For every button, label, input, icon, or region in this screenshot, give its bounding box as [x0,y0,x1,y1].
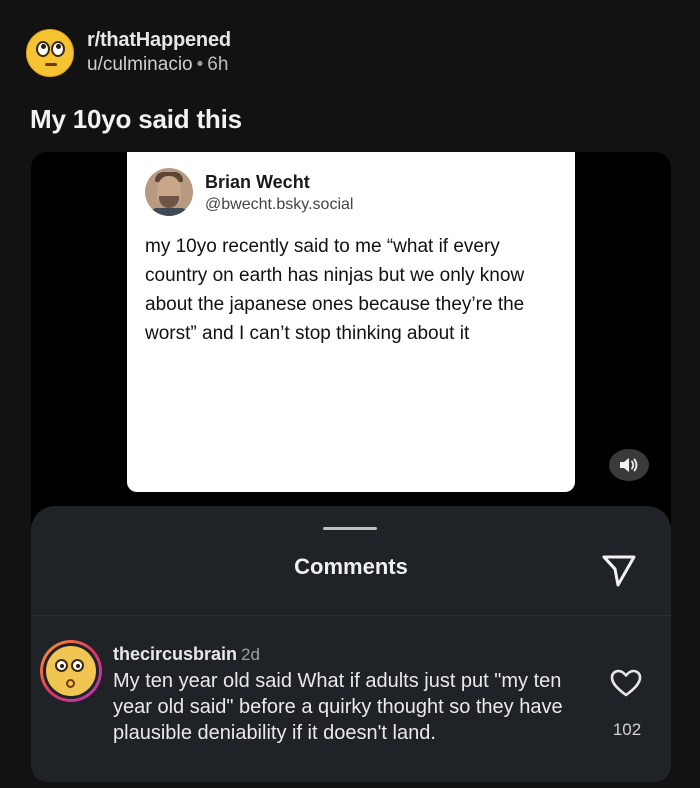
comments-title: Comments [294,554,408,579]
avatar-face [46,646,96,696]
commenter-username[interactable]: thecircusbrain [113,644,237,664]
avatar-mouth [66,679,75,688]
tweet-author-avatar [145,168,193,216]
avatar-ring-gap [43,643,99,699]
comment-header: thecircusbrain 2d [113,644,260,665]
post-media[interactable]: Brian Wecht @bwecht.bsky.social my 10yo … [31,152,671,782]
comment-item: thecircusbrain 2d My ten year old said Wh… [31,616,671,782]
sheet-drag-handle[interactable] [323,527,377,530]
commenter-avatar[interactable] [40,640,102,702]
like-count: 102 [612,720,642,739]
avatar-eye-right [71,659,84,672]
comment-age: 2d [241,645,260,664]
meta-separator: • [196,54,204,75]
avatar-eye-left [55,659,68,672]
post-meta: u/culminacio • 6h [87,52,231,78]
avatar-shirt [149,208,189,216]
tweet-author-name: Brian Wecht [205,172,310,192]
tweet-text: my 10yo recently said to me “what if eve… [145,236,525,344]
volume-button[interactable] [609,449,649,481]
post-header: r/thatHappened u/culminacio • 6h [26,28,231,78]
avatar-eye-right [51,41,65,57]
avatar-eye-left [36,41,50,57]
comment-text: My ten year old said What if adults just… [113,670,563,744]
subreddit-avatar[interactable] [26,29,74,77]
tweet-author-handle: @bwecht.bsky.social [205,196,354,213]
post-age: 6h [207,54,229,75]
subreddit-name[interactable]: r/thatHappened [87,28,231,52]
post-author[interactable]: u/culminacio [87,54,193,75]
heart-icon[interactable] [609,668,643,698]
send-icon[interactable] [600,553,638,589]
avatar-mouth [45,63,57,66]
tweet-card: Brian Wecht @bwecht.bsky.social my 10yo … [127,152,575,492]
volume-icon [620,458,638,472]
post-title[interactable]: My 10yo said this [30,104,242,135]
comments-sheet: Comments thecircusbrain 2d My ten year ol… [31,506,671,782]
post-header-text: r/thatHappened u/culminacio • 6h [87,28,231,78]
